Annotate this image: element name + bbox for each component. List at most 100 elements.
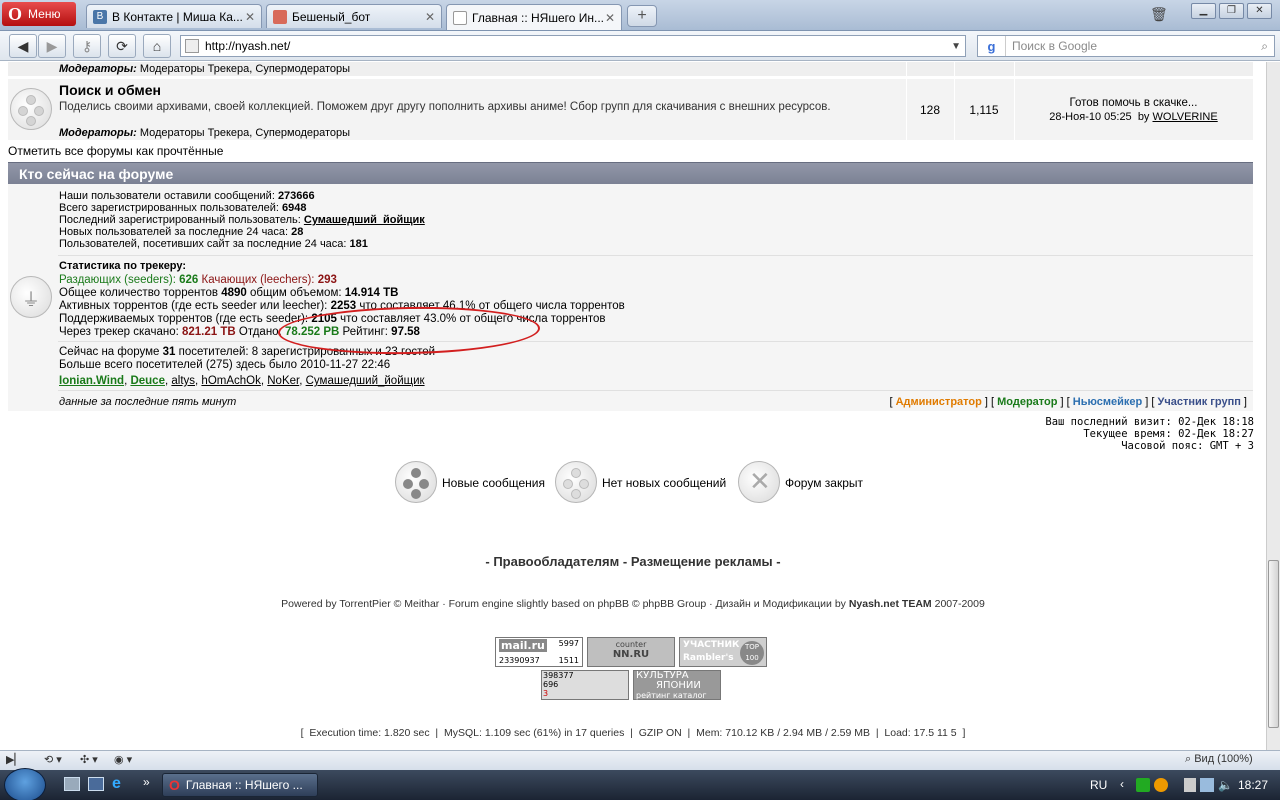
tab-title: Бешеный_бот (292, 9, 371, 24)
tray-app-icon[interactable] (1154, 778, 1168, 792)
start-button[interactable] (4, 768, 46, 800)
current-time: Текущее время: 02-Дек 18:27 (1083, 428, 1254, 440)
moderators-line: Модераторы: Модераторы Трекера, Супермод… (59, 127, 351, 139)
tab-bar: O Меню B В Контакте | Миша Ка... ✕ Бешены… (0, 0, 1280, 31)
tray-app-icon[interactable] (1184, 778, 1196, 792)
user-legend: [ Администратор ] [ Модератор ] [ Ньюсме… (889, 396, 1247, 408)
vk-icon: B (93, 9, 107, 24)
chevron-down-icon[interactable]: ▼ (951, 41, 961, 52)
tracker-plug-icon: ⏚ (10, 276, 52, 318)
search-placeholder: Поиск в Google (1012, 39, 1097, 53)
powered-by: Powered by TorrentPier © Meithar · Forum… (281, 598, 985, 610)
execution-stats: [ Execution time: 1.820 sec | MySQL: 1.1… (300, 727, 966, 739)
tab-vkontakte[interactable]: B В Контакте | Миша Ка... ✕ (86, 4, 262, 28)
panel-toggle-icon[interactable]: ▶▏ (6, 753, 23, 769)
footer-links: - Правообладателям - Размещение рекламы … (485, 554, 781, 569)
browser-status-bar: ▶▏ ⟲ ▾ ✣ ▾ ◉ ▾ ⌕ Вид (100%) (0, 750, 1280, 770)
who-online-body: Наши пользователи оставили сообщений: 27… (8, 184, 1253, 411)
mark-all-read-link[interactable]: Отметить все форумы как прочтённые (8, 144, 223, 158)
japan-culture-counter[interactable]: КУЛЬТУРА ЯПОНИИ рейтинг каталог (633, 670, 721, 700)
rambler-counter[interactable]: УЧАСТНИК Rambler's TOP 100 (679, 637, 767, 667)
page-scrollbar[interactable] (1266, 62, 1280, 750)
tab-nyash[interactable]: Главная :: НЯшего Ин... ✕ (446, 4, 622, 30)
unite-icon[interactable]: ✣ ▾ (80, 753, 98, 769)
trash-icon[interactable]: 🗑 (1150, 6, 1168, 24)
back-button[interactable]: ◀ (9, 34, 37, 58)
tab-bot[interactable]: Бешеный_бот ✕ (266, 4, 442, 28)
network-icon[interactable] (1200, 778, 1214, 792)
bot-favicon-icon (273, 9, 287, 24)
liveinternet-counter[interactable]: 398377 696 3 (541, 670, 629, 700)
zoom-control[interactable]: ⌕ Вид (100%) (1185, 753, 1253, 769)
minimize-button[interactable]: ▁ (1191, 3, 1216, 19)
who-online-header: Кто сейчас на форуме (8, 162, 1253, 184)
close-window-button[interactable]: ✕ (1247, 3, 1272, 19)
restore-button[interactable]: ❐ (1219, 3, 1244, 19)
online-user-link[interactable]: Ionian.Wind (59, 375, 124, 387)
last-five-minutes-note: данные за последние пять минут (59, 396, 237, 408)
new-tab-button[interactable]: + (627, 5, 657, 27)
close-icon[interactable]: ✕ (245, 10, 255, 24)
tab-title: Главная :: НЯшего Ин... (472, 10, 605, 25)
navigation-bar: ◀ ▶ ⚷ ⟳ ⌂ http://nyash.net/ ▼ g Поиск в … (0, 31, 1280, 61)
close-icon[interactable]: ✕ (605, 11, 615, 25)
last-post-cell: Готов помочь в скачке... 28-Ноя-10 05:25… (1014, 97, 1253, 123)
tray-arrow-icon[interactable]: ‹ (1120, 777, 1124, 791)
show-desktop-icon[interactable] (88, 777, 104, 791)
page-content: Модераторы: Модераторы Трекера, Супермод… (0, 62, 1266, 750)
search-icon[interactable]: ⌕ (1261, 39, 1268, 54)
sync-icon[interactable]: ⟲ ▾ (44, 753, 62, 769)
forum-row-search-exchange: Поиск и обмен Поделись своими архивами, … (8, 79, 1253, 141)
no-new-posts-label: Нет новых сообщений (602, 476, 727, 490)
explorer-icon[interactable] (64, 777, 80, 791)
time-info: Ваш последний визит: 02-Дек 18:18 Текуще… (1045, 416, 1254, 452)
timezone: Часовой пояс: GMT + 3 (1121, 440, 1254, 452)
page-icon (185, 39, 199, 53)
google-icon[interactable]: g (978, 36, 1006, 56)
forum-description: Поделись своими архивами, своей коллекци… (59, 101, 831, 113)
tray-app-icon[interactable] (1136, 778, 1150, 792)
nnru-counter[interactable]: counter NN.RU (587, 637, 675, 667)
by-label: by (1137, 111, 1150, 123)
forward-button[interactable]: ▶ (38, 34, 66, 58)
forum-title-link[interactable]: Поиск и обмен (59, 82, 161, 98)
last-post-user[interactable]: WOLVERINE (1153, 111, 1218, 123)
last-post-title[interactable]: Готов помочь в скачке... (1014, 97, 1253, 109)
opera-menu-button[interactable]: O Меню (2, 2, 76, 26)
reload-button[interactable]: ⟳ (108, 34, 136, 58)
online-user-link[interactable]: Сумашедший_йойщик (306, 375, 425, 387)
wand-key-button[interactable]: ⚷ (73, 34, 101, 58)
opera-logo-icon: O (8, 3, 23, 24)
tab-title: В Контакте | Миша Ка... (112, 9, 243, 24)
forum-read-icon (10, 88, 52, 130)
url-text: http://nyash.net/ (205, 39, 291, 53)
scrollbar-thumb[interactable] (1268, 560, 1279, 728)
opera-icon: O (169, 777, 180, 793)
search-box[interactable]: g Поиск в Google ⌕ (977, 35, 1275, 57)
address-bar[interactable]: http://nyash.net/ ▼ (180, 35, 966, 57)
online-user-link[interactable]: Deuce (130, 375, 165, 387)
taskbar-opera-window[interactable]: O Главная :: НЯшего ... (162, 773, 318, 797)
advertising-link[interactable]: Размещение рекламы (631, 554, 773, 569)
copyright-holders-link[interactable]: Правообладателям (493, 554, 619, 569)
home-button[interactable]: ⌂ (143, 34, 171, 58)
moderators-line: Модераторы: Модераторы Трекера, Супермод… (59, 63, 351, 75)
new-posts-label: Новые сообщения (442, 476, 545, 490)
forum-row-truncated: Модераторы: Модераторы Трекера, Супермод… (8, 62, 1253, 77)
close-icon[interactable]: ✕ (425, 10, 435, 24)
language-indicator[interactable]: RU (1090, 778, 1107, 792)
online-user-link[interactable]: hOmAchOk (201, 375, 260, 387)
turbo-icon[interactable]: ◉ ▾ (114, 753, 132, 769)
mailru-counter[interactable]: mail.ru 5997 23390937 1511 (495, 637, 583, 667)
online-user-link[interactable]: altys (171, 375, 195, 387)
volume-icon[interactable]: 🔈 (1218, 778, 1233, 792)
online-user-link[interactable]: NoKer (267, 375, 299, 387)
posts-count: 1,115 (969, 103, 999, 117)
ie-icon[interactable]: e (112, 775, 121, 793)
torrentpier-link[interactable]: TorrentPier (339, 598, 390, 610)
nyash-favicon-icon (453, 10, 467, 25)
clock[interactable]: 18:27 (1238, 778, 1268, 792)
last-registered-user-link[interactable]: Сумашедший_йойщик (304, 214, 425, 226)
topics-count: 128 (919, 103, 941, 117)
overflow-chevron-icon[interactable]: » (143, 775, 150, 789)
